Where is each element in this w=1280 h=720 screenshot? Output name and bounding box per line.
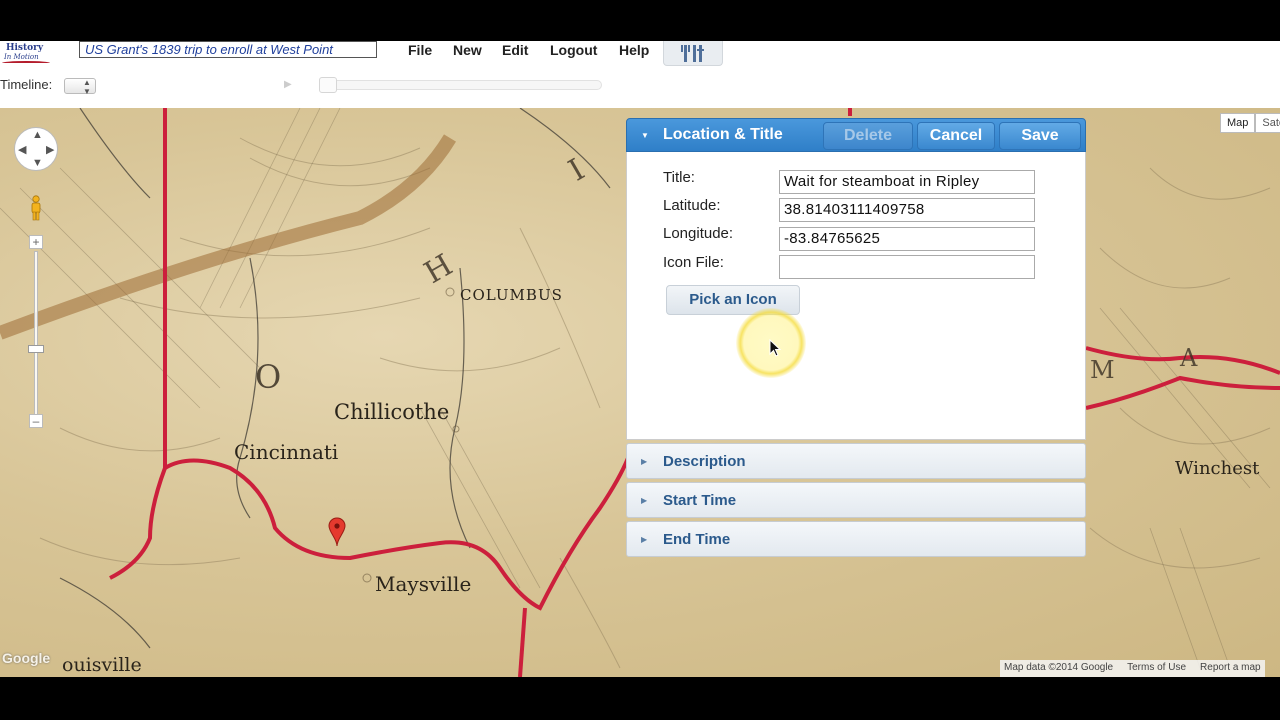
svg-text:I: I [563,152,591,188]
zoom-in-button[interactable]: + [29,235,43,249]
menu-file[interactable]: File [408,42,432,58]
pan-control[interactable]: ▲ ▼ ◀ ▶ [14,127,58,171]
longitude-label: Longitude: [663,225,734,242]
menu-new[interactable]: New [453,42,482,58]
expand-arrow-icon: ▶ [641,496,648,505]
svg-text:M: M [1090,356,1115,384]
play-button[interactable]: ▶ [284,79,292,90]
map-data-credit: Map data ©2014 Google [1004,662,1114,673]
town-label-louisville: ouisville [62,654,142,676]
timeline-slider-handle[interactable] [319,77,337,93]
menu-help[interactable]: Help [619,42,649,58]
timeline-select[interactable]: ▲ ▼ [64,78,96,96]
zoom-out-button[interactable]: – [29,414,43,428]
town-label-cincinnati: Cincinnati [234,440,339,464]
icon-file-label: Icon File: [663,254,724,271]
start-time-section-header[interactable]: ▶ Start Time [626,482,1086,518]
title-label: Title: [663,169,695,186]
map-type-control: Map Sate [1220,113,1280,133]
location-title-form: Title: Wait for steamboat in Ripley Lati… [626,152,1086,440]
town-label-columbus: COLUMBUS [460,286,563,304]
map-pin-icon[interactable] [328,517,346,547]
latitude-input[interactable]: 38.81403111409758 [779,198,1035,222]
end-time-section-header[interactable]: ▶ End Time [626,521,1086,557]
cancel-button[interactable]: Cancel [917,122,995,150]
description-section-header[interactable]: ▶ Description [626,443,1086,479]
app-window: History In Motion US Grant's 1839 trip t… [0,41,1280,677]
map-type-satellite-button[interactable]: Sate [1255,113,1280,133]
description-section-label: Description [663,453,746,470]
top-menu-bar: History In Motion US Grant's 1839 trip t… [0,41,1280,68]
menu-edit[interactable]: Edit [502,42,528,58]
section-title: Location & Title [663,126,783,143]
pan-right-icon[interactable]: ▶ [46,143,54,156]
updown-arrows-icon: ▲ ▼ [83,78,91,96]
pan-left-icon[interactable]: ◀ [18,143,26,156]
town-label-maysville: Maysville [375,572,472,596]
timeline-label: Timeline: [0,77,53,92]
start-time-section-label: Start Time [663,492,737,509]
zoom-slider-knob[interactable] [28,345,44,353]
map-attribution: Map data ©2014 Google Terms of Use Repor… [1000,660,1265,677]
mouse-cursor-icon [769,339,781,357]
screen-frame: History In Motion US Grant's 1839 trip t… [0,0,1280,720]
svg-text:O: O [255,358,281,396]
longitude-input[interactable]: -83.84765625 [779,227,1035,251]
collapse-arrow-icon: ▼ [641,131,649,140]
pan-down-icon[interactable]: ▼ [32,157,43,169]
svg-text:A: A [1179,344,1198,372]
map-type-map-button[interactable]: Map [1220,113,1256,133]
expand-arrow-icon: ▶ [641,457,648,466]
logo-text-history: History [6,43,44,53]
logo-text-in-motion: In Motion [4,53,39,61]
location-title-section-header[interactable]: ▼ Location & Title Delete Cancel Save [626,118,1086,152]
trip-title-field[interactable]: US Grant's 1839 trip to enroll at West P… [79,41,377,58]
town-label-winchester: Winchest [1175,458,1260,479]
tools-button[interactable] [663,41,723,66]
terms-of-use-link[interactable]: Terms of Use [1127,662,1186,675]
history-in-motion-logo[interactable]: History In Motion [0,41,54,67]
delete-button[interactable]: Delete [823,122,913,150]
title-input[interactable]: Wait for steamboat in Ripley [779,170,1035,194]
timeline-slider[interactable] [320,80,602,90]
google-logo[interactable]: Google [2,650,50,666]
menu-logout[interactable]: Logout [550,42,597,58]
zoom-slider-track[interactable] [34,251,38,417]
report-map-error-link[interactable]: Report a map [1200,662,1261,675]
logo-swoosh [2,61,50,65]
expand-arrow-icon: ▶ [641,535,648,544]
svg-text:H: H [419,248,459,291]
save-button[interactable]: Save [999,122,1081,150]
pan-up-icon[interactable]: ▲ [32,129,43,141]
end-time-section-label: End Time [663,531,731,548]
street-view-pegman-icon[interactable] [29,195,43,221]
town-label-chillicothe: Chillicothe [334,400,450,424]
tools-icon [681,45,704,62]
icon-file-input[interactable] [779,255,1035,279]
latitude-label: Latitude: [663,197,721,214]
